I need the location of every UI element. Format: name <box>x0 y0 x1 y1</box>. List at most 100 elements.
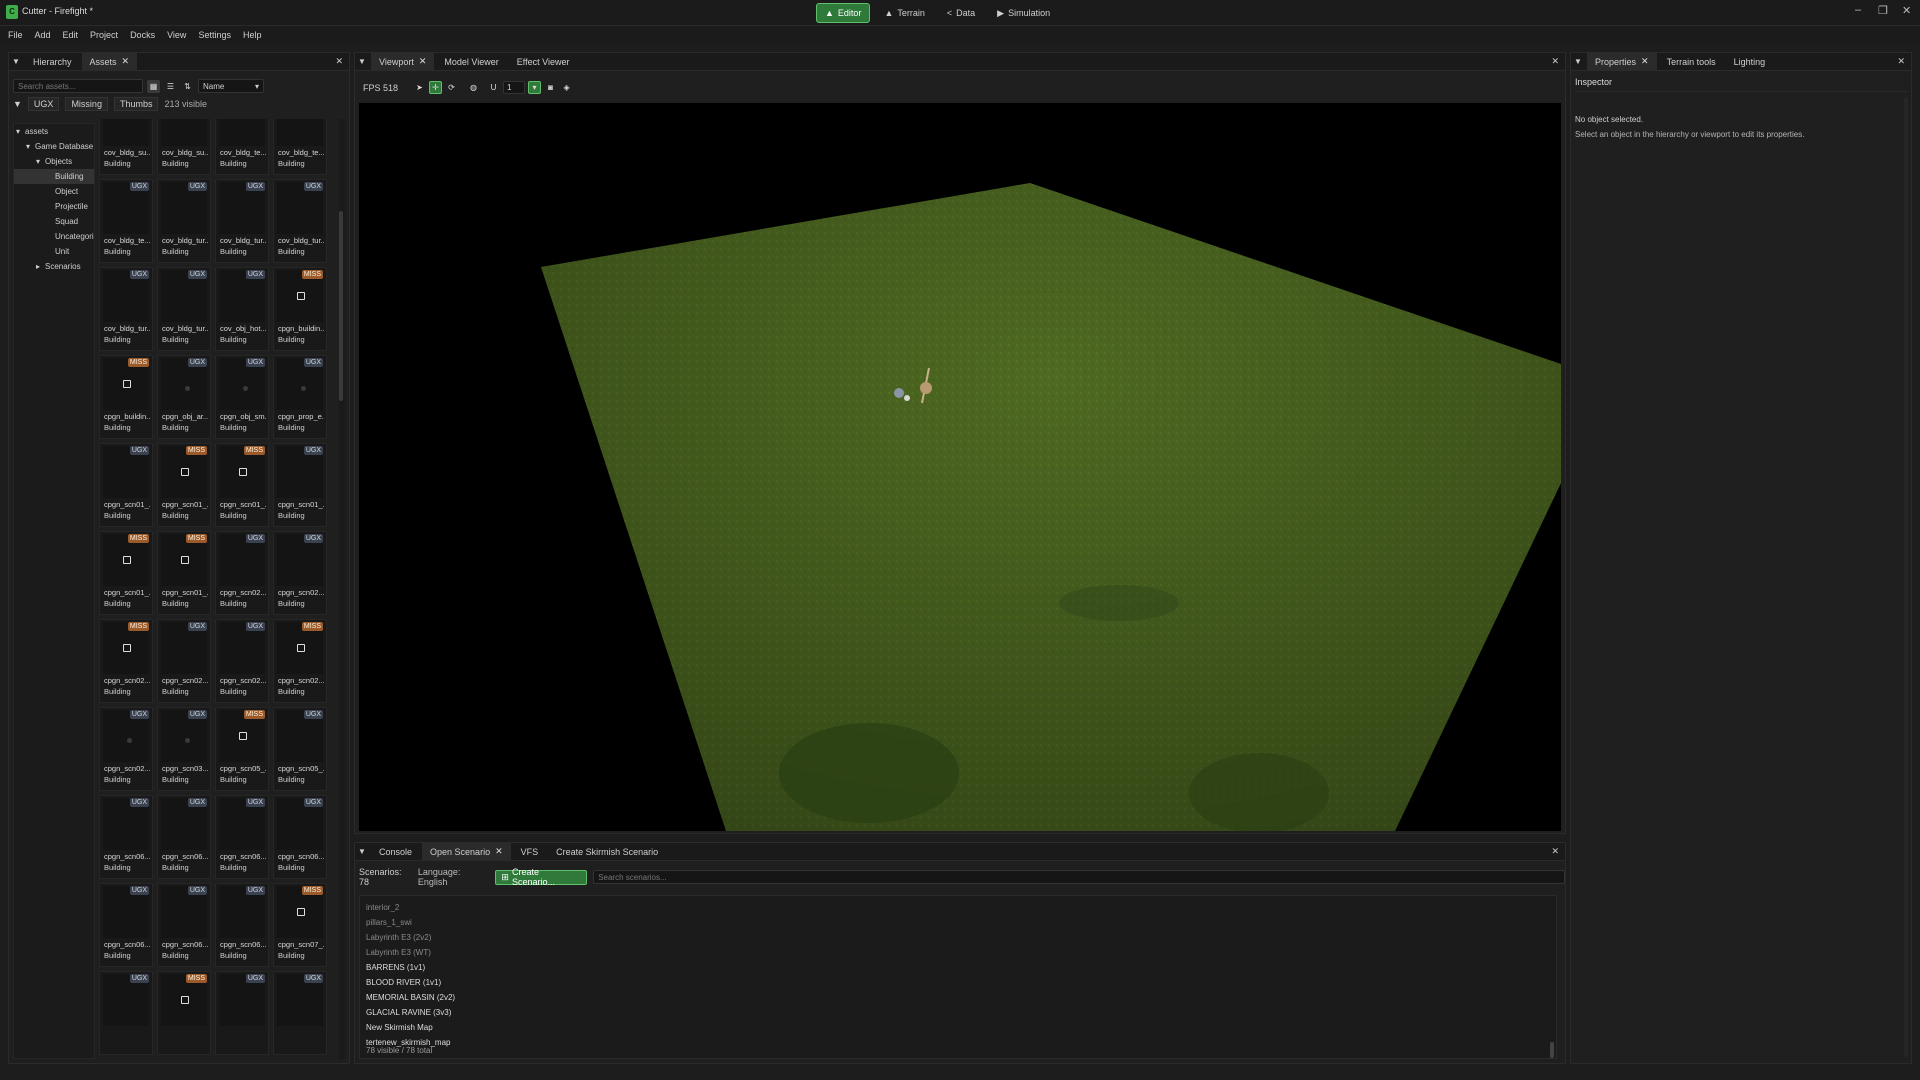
tab-open-scenario[interactable]: Open Scenario ✕ <box>422 842 511 861</box>
tree-item[interactable]: Uncategorized <box>14 229 94 244</box>
asset-card[interactable]: UGXcov_bldg_su...Building <box>99 119 153 175</box>
menu-help[interactable]: Help <box>243 30 262 40</box>
close-panel-icon[interactable]: ✕ <box>1551 56 1559 67</box>
tab-model-viewer[interactable]: Model Viewer <box>436 53 506 71</box>
asset-card[interactable]: UGX cpgn_scn02... Building <box>99 707 153 791</box>
close-tab-icon[interactable]: ✕ <box>122 56 130 67</box>
expand-arrow-icon[interactable]: ▾ <box>16 124 25 139</box>
inspector-scrollbar[interactable] <box>1904 97 1908 1057</box>
assets-scrollbar-thumb[interactable] <box>339 211 343 401</box>
asset-card[interactable]: UGX <box>273 971 327 1055</box>
asset-card[interactable]: MISS cpgn_scn01_... Building <box>215 443 269 527</box>
asset-card[interactable]: UGX cpgn_scn03... Building <box>157 707 211 791</box>
filter-icon[interactable]: ▼ <box>13 99 22 109</box>
asset-card[interactable]: UGXcov_bldg_su...Building <box>157 119 211 175</box>
maximize-button[interactable]: ❐ <box>1878 4 1888 17</box>
tab-terrain-tools[interactable]: Terrain tools <box>1659 53 1724 71</box>
mode-simulation-button[interactable]: ▶ Simulation <box>989 3 1058 23</box>
asset-card[interactable]: MISS cpgn_scn01_... Building <box>157 443 211 527</box>
asset-card[interactable]: UGX <box>215 971 269 1055</box>
scenario-item[interactable]: tertenew_skirmish_map <box>366 1035 1556 1050</box>
asset-card[interactable]: UGX cpgn_scn06... Building <box>273 795 327 879</box>
scenario-item[interactable]: interior_2 <box>366 900 1556 915</box>
asset-card[interactable]: MISS cpgn_buildin... Building <box>99 355 153 439</box>
3d-viewport[interactable] <box>359 103 1561 831</box>
close-window-button[interactable]: ✕ <box>1902 4 1911 17</box>
snap-magnet-icon[interactable]: U <box>487 81 500 94</box>
tree-item[interactable]: ▸ Scenarios <box>14 259 94 274</box>
tree-item[interactable]: ▾ assets <box>14 124 94 139</box>
asset-card[interactable]: UGX cpgn_scn06... Building <box>215 883 269 967</box>
create-scenario-button[interactable]: ⊞ Create Scenario... <box>495 867 588 887</box>
world-space-icon[interactable]: ◍ <box>467 81 480 94</box>
asset-card[interactable]: UGX cov_bldg_tur... Building <box>157 179 211 263</box>
asset-card[interactable]: UGX cov_obj_hot... Building <box>215 267 269 351</box>
menu-add[interactable]: Add <box>35 30 51 40</box>
dock-menu-icon[interactable]: ▼ <box>355 847 369 856</box>
scenario-scrollbar-thumb[interactable] <box>1550 1042 1554 1058</box>
expand-arrow-icon[interactable]: ▸ <box>36 259 45 274</box>
scenario-item[interactable]: BARRENS (1v1) <box>366 960 1556 975</box>
asset-card[interactable]: UGX cpgn_scn06... Building <box>99 795 153 879</box>
asset-card[interactable]: UGX cpgn_scn02... Building <box>157 619 211 703</box>
list-view-icon[interactable]: ☰ <box>164 80 177 93</box>
minimize-button[interactable]: – <box>1855 4 1861 16</box>
asset-card[interactable]: UGXcov_bldg_te...Building <box>215 119 269 175</box>
tab-vfs[interactable]: VFS <box>513 843 547 861</box>
asset-card[interactable]: UGX cpgn_scn06... Building <box>157 883 211 967</box>
dock-menu-icon[interactable]: ▼ <box>1571 57 1585 66</box>
menu-project[interactable]: Project <box>90 30 118 40</box>
asset-search-input[interactable]: Search assets... <box>13 79 143 93</box>
expand-arrow-icon[interactable]: ▾ <box>36 154 45 169</box>
tree-item[interactable]: Building <box>14 169 94 184</box>
tab-create-skirmish[interactable]: Create Skirmish Scenario <box>548 843 666 861</box>
close-tab-icon[interactable]: ✕ <box>1641 56 1649 67</box>
mode-terrain-button[interactable]: ▲ Terrain <box>876 3 932 23</box>
mode-data-button[interactable]: < Data <box>939 3 983 23</box>
mode-editor-button[interactable]: ▲ Editor <box>816 3 871 23</box>
asset-card[interactable]: UGX cpgn_scn02... Building <box>215 619 269 703</box>
asset-card[interactable]: UGX cpgn_scn05_... Building <box>273 707 327 791</box>
close-tab-icon[interactable]: ✕ <box>419 56 427 67</box>
snap-dropdown-icon[interactable]: ▾ <box>528 81 542 94</box>
menu-view[interactable]: View <box>167 30 186 40</box>
scenario-item[interactable]: New Skirmish Map <box>366 1020 1556 1035</box>
assets-scrollbar[interactable] <box>339 119 345 1059</box>
asset-card[interactable]: UGX cpgn_obj_sm... Building <box>215 355 269 439</box>
tab-hierarchy[interactable]: Hierarchy <box>25 53 80 71</box>
asset-card[interactable]: UGX cpgn_scn02... Building <box>215 531 269 615</box>
menu-edit[interactable]: Edit <box>63 30 79 40</box>
gizmo-icon[interactable]: ◈ <box>560 81 573 94</box>
asset-card[interactable]: UGX cpgn_scn01_... Building <box>99 443 153 527</box>
asset-card[interactable]: UGXcov_bldg_te...Building <box>99 179 153 263</box>
asset-card[interactable]: UGX cpgn_scn06... Building <box>215 795 269 879</box>
asset-card[interactable]: UGX cpgn_scn06... Building <box>157 795 211 879</box>
asset-card[interactable]: MISS cpgn_scn02... Building <box>99 619 153 703</box>
asset-card[interactable]: UGX cpgn_scn02... Building <box>273 531 327 615</box>
grid-view-icon[interactable]: ▦ <box>147 79 160 93</box>
asset-card[interactable]: UGX cpgn_scn06... Building <box>99 883 153 967</box>
tree-item[interactable]: Projectile <box>14 199 94 214</box>
asset-card[interactable]: UGX cov_bldg_tur... Building <box>215 179 269 263</box>
tree-item[interactable]: Unit <box>14 244 94 259</box>
asset-card[interactable]: UGX cpgn_obj_ar... Building <box>157 355 211 439</box>
move-tool-icon[interactable]: ✛ <box>429 81 443 94</box>
scenario-search-input[interactable]: Search scenarios... <box>593 870 1566 884</box>
asset-card[interactable]: UGX cov_bldg_tur... Building <box>273 179 327 263</box>
dock-menu-icon[interactable]: ▼ <box>355 57 369 66</box>
tab-viewport[interactable]: Viewport ✕ <box>371 52 435 71</box>
tab-assets[interactable]: Assets ✕ <box>81 52 138 71</box>
asset-card[interactable]: UGX cov_bldg_tur... Building <box>99 267 153 351</box>
menu-settings[interactable]: Settings <box>198 30 231 40</box>
tree-item[interactable]: Object <box>14 184 94 199</box>
filter-thumbs[interactable]: Thumbs <box>113 97 159 111</box>
asset-card[interactable]: MISS cpgn_scn05_... Building <box>215 707 269 791</box>
filter-ugx[interactable]: UGX <box>27 97 60 111</box>
asset-card[interactable]: UGXcov_bldg_te...Building <box>273 119 327 175</box>
tab-properties[interactable]: Properties ✕ <box>1587 52 1657 71</box>
expand-arrow-icon[interactable]: ▾ <box>26 139 35 154</box>
filter-missing[interactable]: Missing <box>65 97 108 111</box>
asset-card[interactable]: UGX <box>99 971 153 1055</box>
scenario-item[interactable]: GLACIAL RAVINE (3v3) <box>366 1005 1556 1020</box>
sort-order-icon[interactable]: ⇅ <box>181 80 194 93</box>
